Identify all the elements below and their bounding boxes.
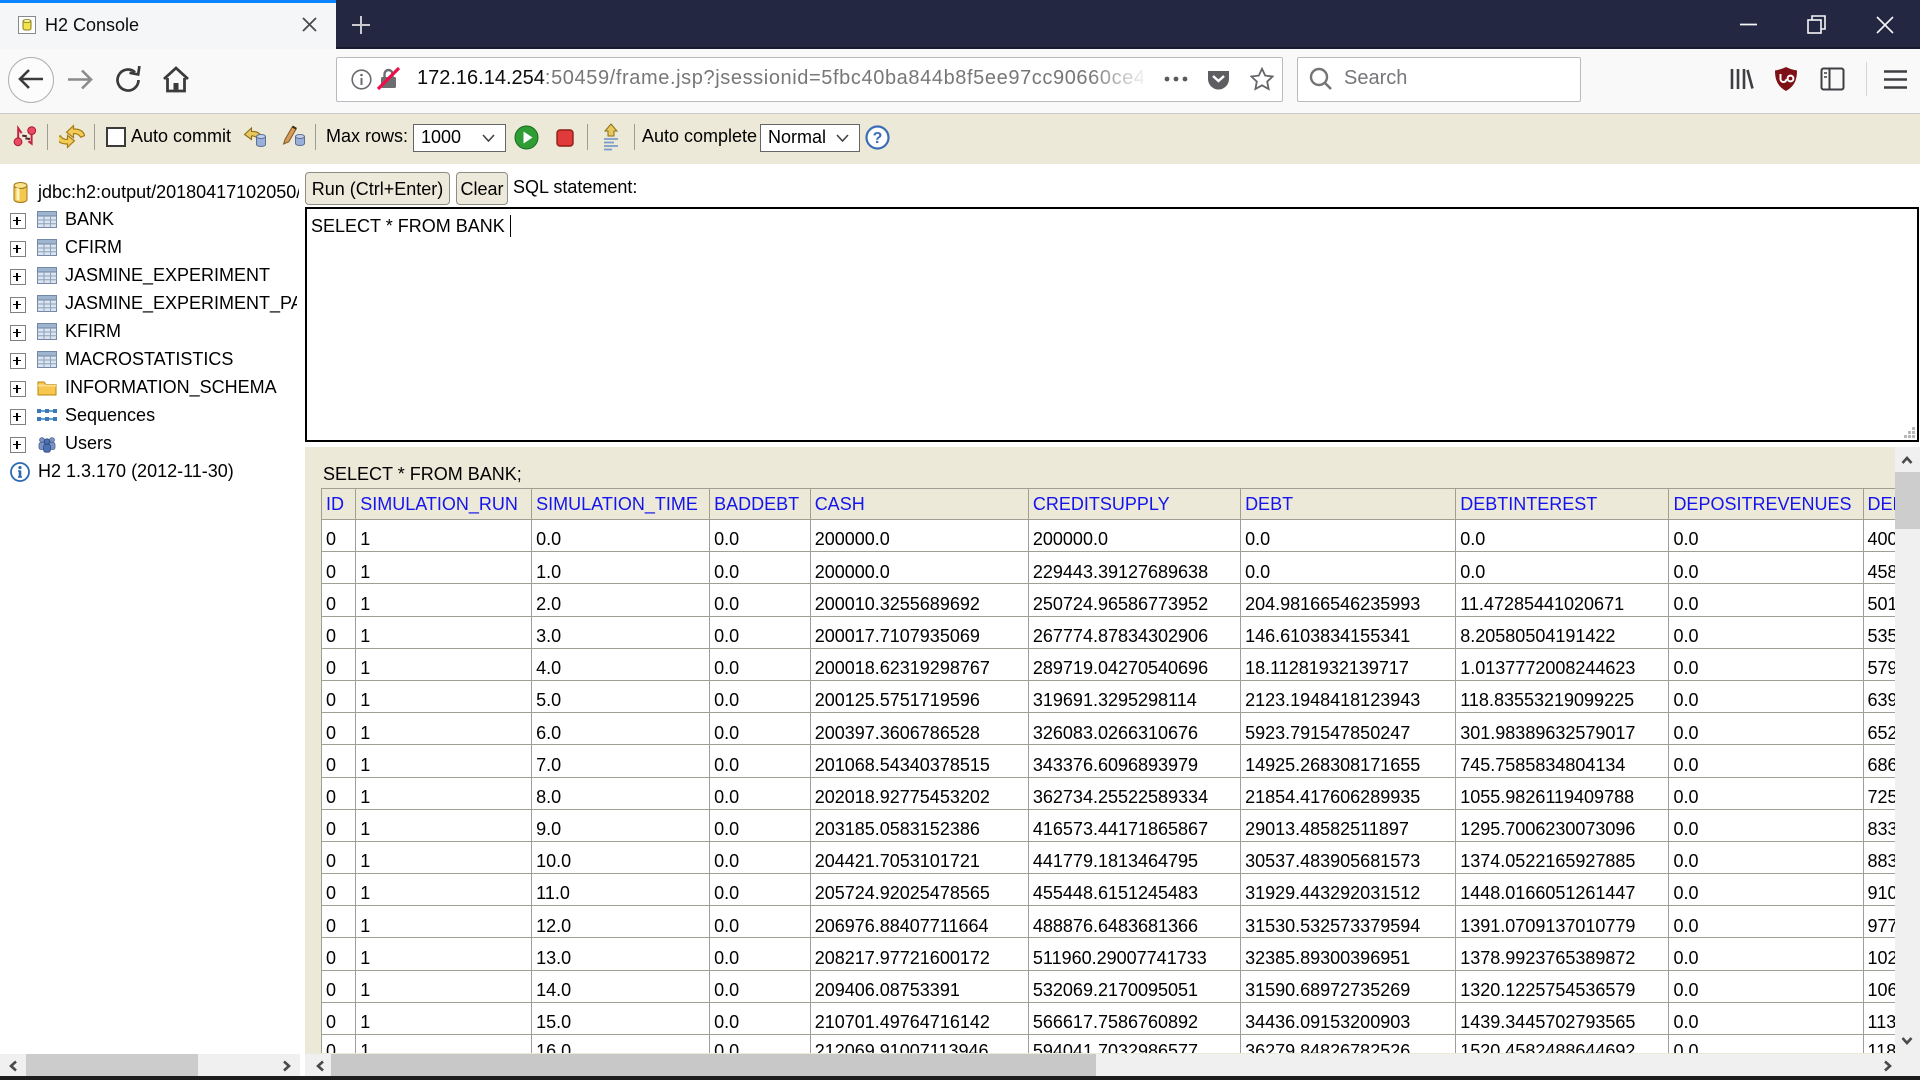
svg-text:?: ? bbox=[873, 130, 883, 147]
